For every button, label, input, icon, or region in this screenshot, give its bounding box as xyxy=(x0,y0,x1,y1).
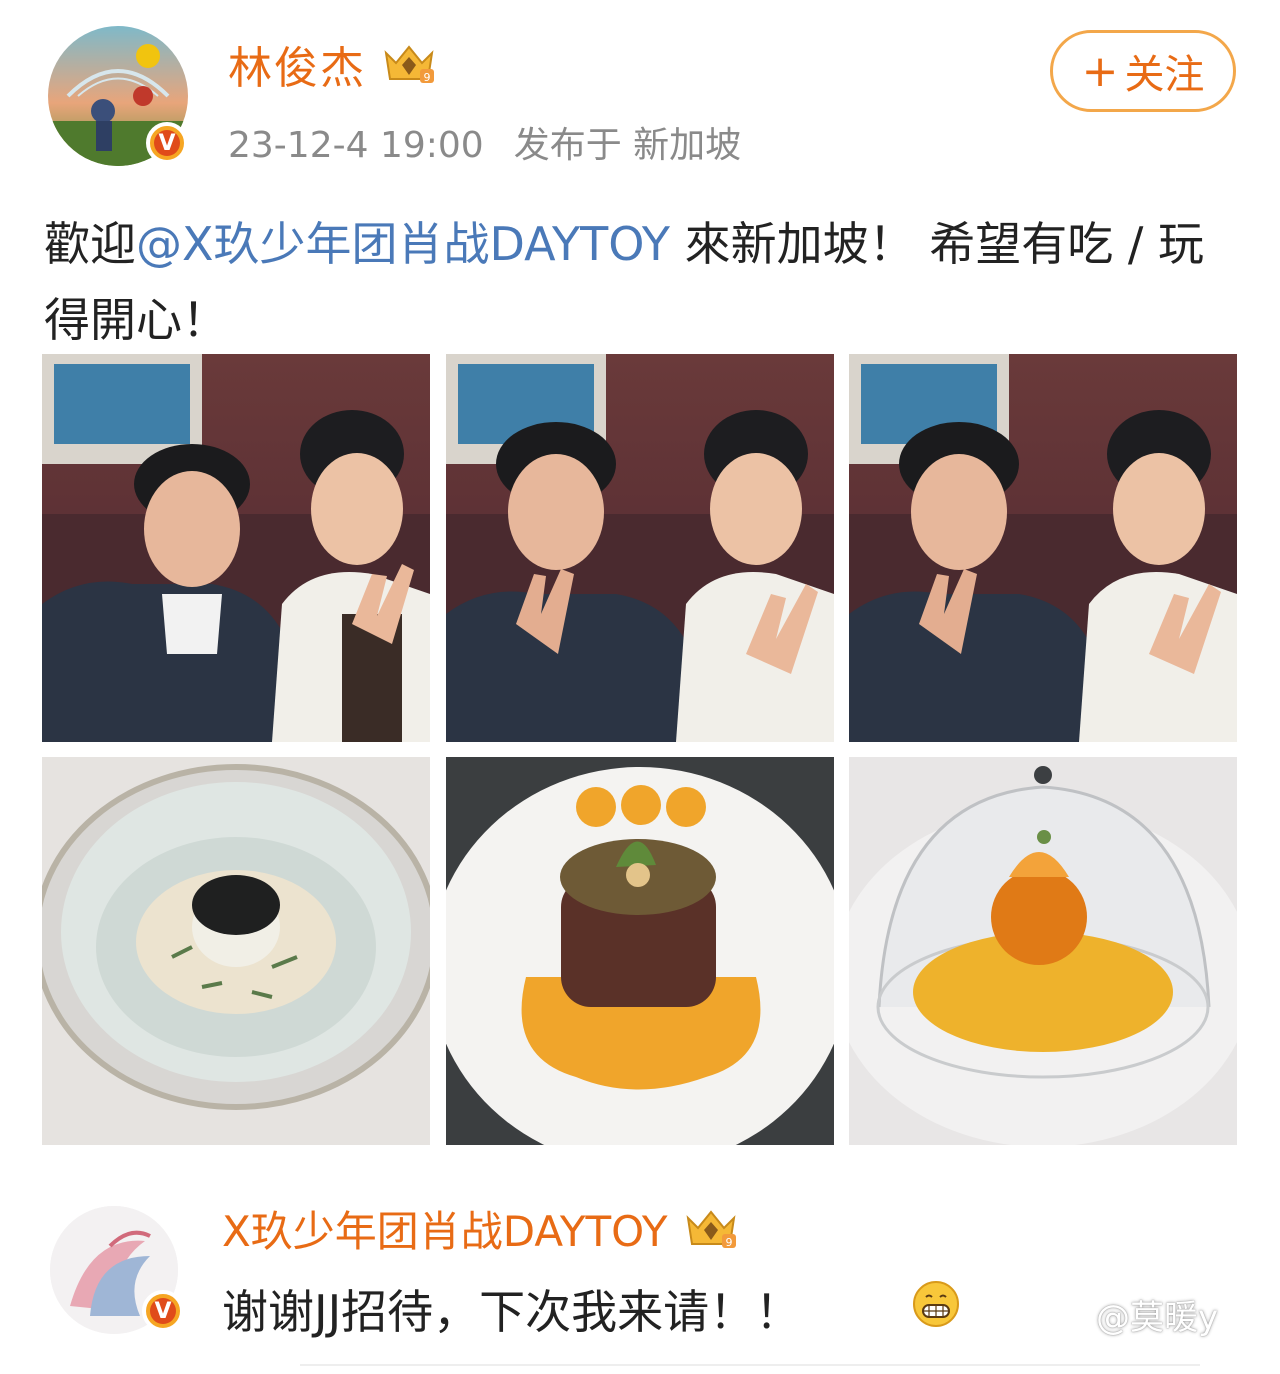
photo-thumbnail-2[interactable] xyxy=(446,354,834,742)
commenter-name[interactable]: X玖少年团肖战DAYTOY xyxy=(222,1198,668,1259)
post-meta: 23-12-4 19:00 发布于 新加坡 xyxy=(228,116,741,168)
commenter-vip-crown-icon: 9 xyxy=(686,1209,736,1249)
photo-thumbnail-3[interactable] xyxy=(849,354,1237,742)
post-location: 发布于 新加坡 xyxy=(513,125,742,166)
photo-thumbnail-5[interactable] xyxy=(446,757,834,1145)
svg-text:9: 9 xyxy=(424,71,431,84)
post-timestamp: 23-12-4 19:00 xyxy=(228,125,484,166)
commenter-verified-icon: V xyxy=(142,1290,184,1332)
watermark: @莫暖y xyxy=(1096,1298,1219,1338)
comment-text: 谢谢JJ招待，下次我来请！！ xyxy=(222,1285,802,1339)
follow-label: 关注 xyxy=(1124,52,1205,98)
post-body: 歡迎@X玖少年团肖战DAYTOY 來新加坡！ 希望有吃 / 玩得開心！ xyxy=(44,206,1244,358)
photo-thumbnail-1[interactable] xyxy=(42,354,430,742)
verified-badge-icon: V xyxy=(146,122,188,164)
mention-link[interactable]: @X玖少年团肖战DAYTOY xyxy=(136,217,670,271)
follow-button[interactable]: + 关注 xyxy=(1050,30,1236,112)
photo-thumbnail-6[interactable] xyxy=(849,757,1237,1145)
grin-emoji-icon xyxy=(913,1281,959,1327)
author-name[interactable]: 林俊杰 xyxy=(228,32,366,96)
photo-thumbnail-4[interactable] xyxy=(42,757,430,1145)
post-text-before: 歡迎 xyxy=(44,217,136,271)
divider xyxy=(300,1364,1200,1366)
plus-icon: + xyxy=(1081,45,1119,97)
vip-crown-icon: 9 xyxy=(384,45,434,84)
svg-text:9: 9 xyxy=(725,1236,732,1249)
